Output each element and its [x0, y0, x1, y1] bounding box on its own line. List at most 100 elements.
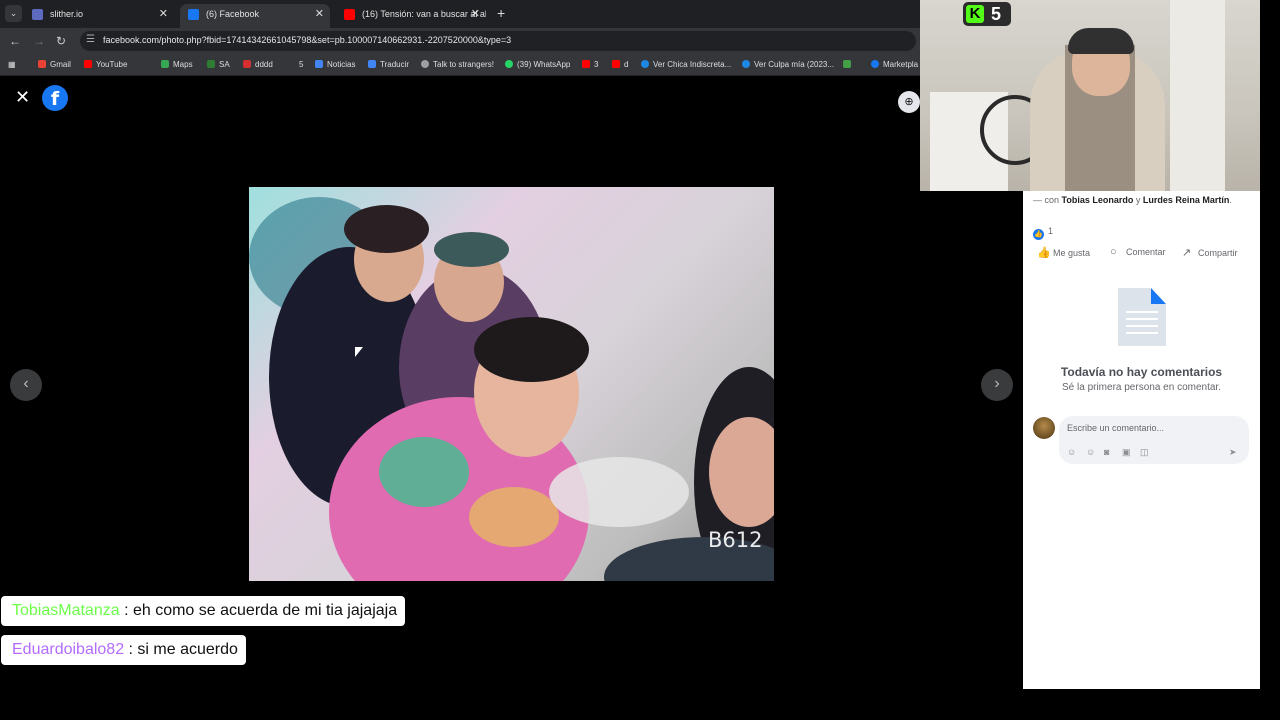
next-photo-button[interactable]: ›	[981, 369, 1013, 401]
zoom-in-icon[interactable]: ⊕	[898, 91, 920, 113]
bookmark-maps[interactable]: Maps	[161, 60, 193, 69]
cam-door	[1170, 0, 1225, 191]
comments-panel: — con Tobias Leonardo y Lurdes Reina Mar…	[1023, 191, 1260, 689]
apps-grid-icon[interactable]: ▦	[8, 60, 16, 69]
no-comments-subtitle: Sé la primera persona en comentar.	[1062, 382, 1221, 393]
share-arrow-icon: ↗	[1182, 247, 1192, 259]
url-text: facebook.com/photo.php?fbid=174143426610…	[103, 35, 512, 45]
camera-icon[interactable]: ◙	[1104, 447, 1109, 457]
youtube-favicon-icon	[344, 9, 355, 20]
bookmark-marketplace[interactable]: Marketpla	[871, 60, 918, 69]
facebook-logo-icon[interactable]: f	[42, 85, 68, 111]
youtube-icon	[582, 60, 590, 68]
like-count: 1	[1048, 226, 1054, 236]
bookmark-chica-indiscreta[interactable]: Ver Chica Indiscreta...	[641, 60, 731, 69]
chat-username: Eduardoibalo82	[12, 641, 125, 658]
bookmark-noticias[interactable]: Noticias	[315, 60, 355, 69]
facebook-favicon-icon	[188, 9, 199, 20]
photo: B612	[249, 187, 774, 581]
new-tab-icon[interactable]: +	[497, 5, 505, 21]
kick-viewer-badge: K 5	[963, 2, 1011, 26]
youtube-icon	[84, 60, 92, 68]
comment-input[interactable]: Escribe un comentario... ☺ ☺ ◙ ▣ ◫ ➤	[1059, 416, 1249, 464]
bookmark-3[interactable]: 3	[582, 60, 598, 69]
bookmark-sa[interactable]: SA	[207, 60, 230, 69]
tab-slither[interactable]: slither.io ✕	[24, 4, 174, 28]
tagged-people-line: — con Tobias Leonardo y Lurdes Reina Mar…	[1033, 195, 1232, 205]
avatar-sticker-icon[interactable]: ☺	[1067, 447, 1076, 457]
emoji-icon[interactable]: ☺	[1086, 447, 1095, 457]
chat-text: : eh como se acuerda de mi tia jajajaja	[119, 602, 398, 619]
browser-toolbar: ← → ↻ ☰ facebook.com/photo.php?fbid=1741…	[0, 28, 920, 54]
news-icon	[315, 60, 323, 68]
slither-favicon-icon	[32, 9, 43, 20]
bookmark-culpa-mia[interactable]: Ver Culpa mía (2023...	[742, 60, 834, 69]
reload-icon[interactable]: ↻	[56, 33, 66, 49]
bookmark-d[interactable]: d	[612, 60, 628, 69]
webcam-overlay: K 5	[920, 0, 1260, 191]
dddd-icon	[243, 60, 251, 68]
tab-title: slither.io	[50, 9, 84, 19]
tab-youtube[interactable]: (16) Tensión: van a buscar al ab ✕	[336, 4, 486, 28]
screen: ⌄ slither.io ✕ (6) Facebook ✕ (16) Tensi…	[0, 0, 1280, 720]
sticker-icon[interactable]: ◫	[1140, 447, 1149, 458]
avatar[interactable]	[1033, 417, 1055, 439]
chat-message: TobiasMatanza : eh como se acuerda de mi…	[1, 596, 406, 626]
send-icon[interactable]: ➤	[1229, 447, 1237, 458]
tab-facebook[interactable]: (6) Facebook ✕	[180, 4, 330, 28]
globe-icon	[421, 60, 429, 68]
comment-bubble-icon: ○	[1110, 246, 1117, 258]
bookmarks-bar: ▦ Gmail YouTube Maps SA dddd 5 Noticias …	[0, 54, 920, 76]
maps-icon	[161, 60, 169, 68]
like-reaction-icon: 👍	[1033, 229, 1044, 240]
youtube-icon	[612, 60, 620, 68]
like-button[interactable]: 👍 Me gusta	[1037, 246, 1090, 259]
site-info-icon[interactable]: ☰	[86, 34, 95, 45]
chat-username: TobiasMatanza	[12, 602, 120, 619]
mouse-cursor-icon	[355, 347, 363, 357]
bookmark-whatsapp[interactable]: (39) WhatsApp	[505, 60, 570, 69]
b612-watermark: B612	[708, 528, 763, 552]
tagged-person-link[interactable]: Tobias Leonardo	[1062, 195, 1134, 205]
address-bar[interactable]: ☰ facebook.com/photo.php?fbid=1741434266…	[80, 31, 916, 51]
bookmark-talk-to-strangers[interactable]: Talk to strangers!	[421, 60, 494, 69]
close-tab-icon[interactable]: ✕	[471, 4, 480, 24]
comment-button[interactable]: ○ Comentar	[1110, 246, 1166, 258]
whatsapp-icon	[505, 60, 513, 68]
gmail-icon	[38, 60, 46, 68]
close-tab-icon[interactable]: ✕	[159, 4, 168, 24]
close-viewer-icon[interactable]: ✕	[15, 88, 30, 106]
tagged-person-link[interactable]: Lurdes Reina Martín	[1143, 195, 1230, 205]
bookmark-gmail[interactable]: Gmail	[38, 60, 71, 69]
bookmark-traducir[interactable]: Traducir	[368, 60, 409, 69]
cam-person-cap	[1068, 28, 1134, 54]
comment-placeholder: Escribe un comentario...	[1067, 423, 1165, 433]
bookmark-5[interactable]: 5	[299, 60, 303, 69]
previous-photo-button[interactable]: ‹	[10, 369, 42, 401]
tab-title: (16) Tensión: van a buscar al ab	[362, 9, 486, 19]
chat-message: Eduardoibalo82 : si me acuerdo	[1, 635, 246, 665]
back-arrow-icon[interactable]: ←	[9, 33, 21, 49]
kick-logo-icon: K	[966, 5, 984, 23]
share-button[interactable]: ↗ Compartir	[1182, 246, 1238, 259]
translate-icon	[368, 60, 376, 68]
bookmark-youtube[interactable]: YouTube	[84, 60, 127, 69]
bookmark-dddd[interactable]: dddd	[243, 60, 273, 69]
edge-icon	[641, 60, 649, 68]
chat-text: : si me acuerdo	[124, 641, 238, 658]
green-bookmark-icon	[843, 60, 851, 68]
thumbs-up-icon: 👍	[1037, 247, 1051, 259]
tab-title: (6) Facebook	[206, 9, 260, 19]
sa-icon	[207, 60, 215, 68]
edge-icon	[742, 60, 750, 68]
reaction-summary[interactable]: 👍 1	[1033, 226, 1053, 240]
browser-tab-bar: ⌄ slither.io ✕ (6) Facebook ✕ (16) Tensi…	[0, 0, 920, 28]
no-comments-title: Todavía no hay comentarios	[1060, 365, 1223, 379]
facebook-icon	[871, 60, 879, 68]
viewer-count: 5	[991, 4, 1002, 24]
gif-icon[interactable]: ▣	[1122, 447, 1131, 458]
forward-arrow-icon[interactable]: →	[33, 33, 45, 49]
close-tab-icon[interactable]: ✕	[315, 4, 324, 24]
tab-search-button[interactable]: ⌄	[5, 5, 22, 22]
bookmark-green[interactable]	[843, 60, 855, 69]
